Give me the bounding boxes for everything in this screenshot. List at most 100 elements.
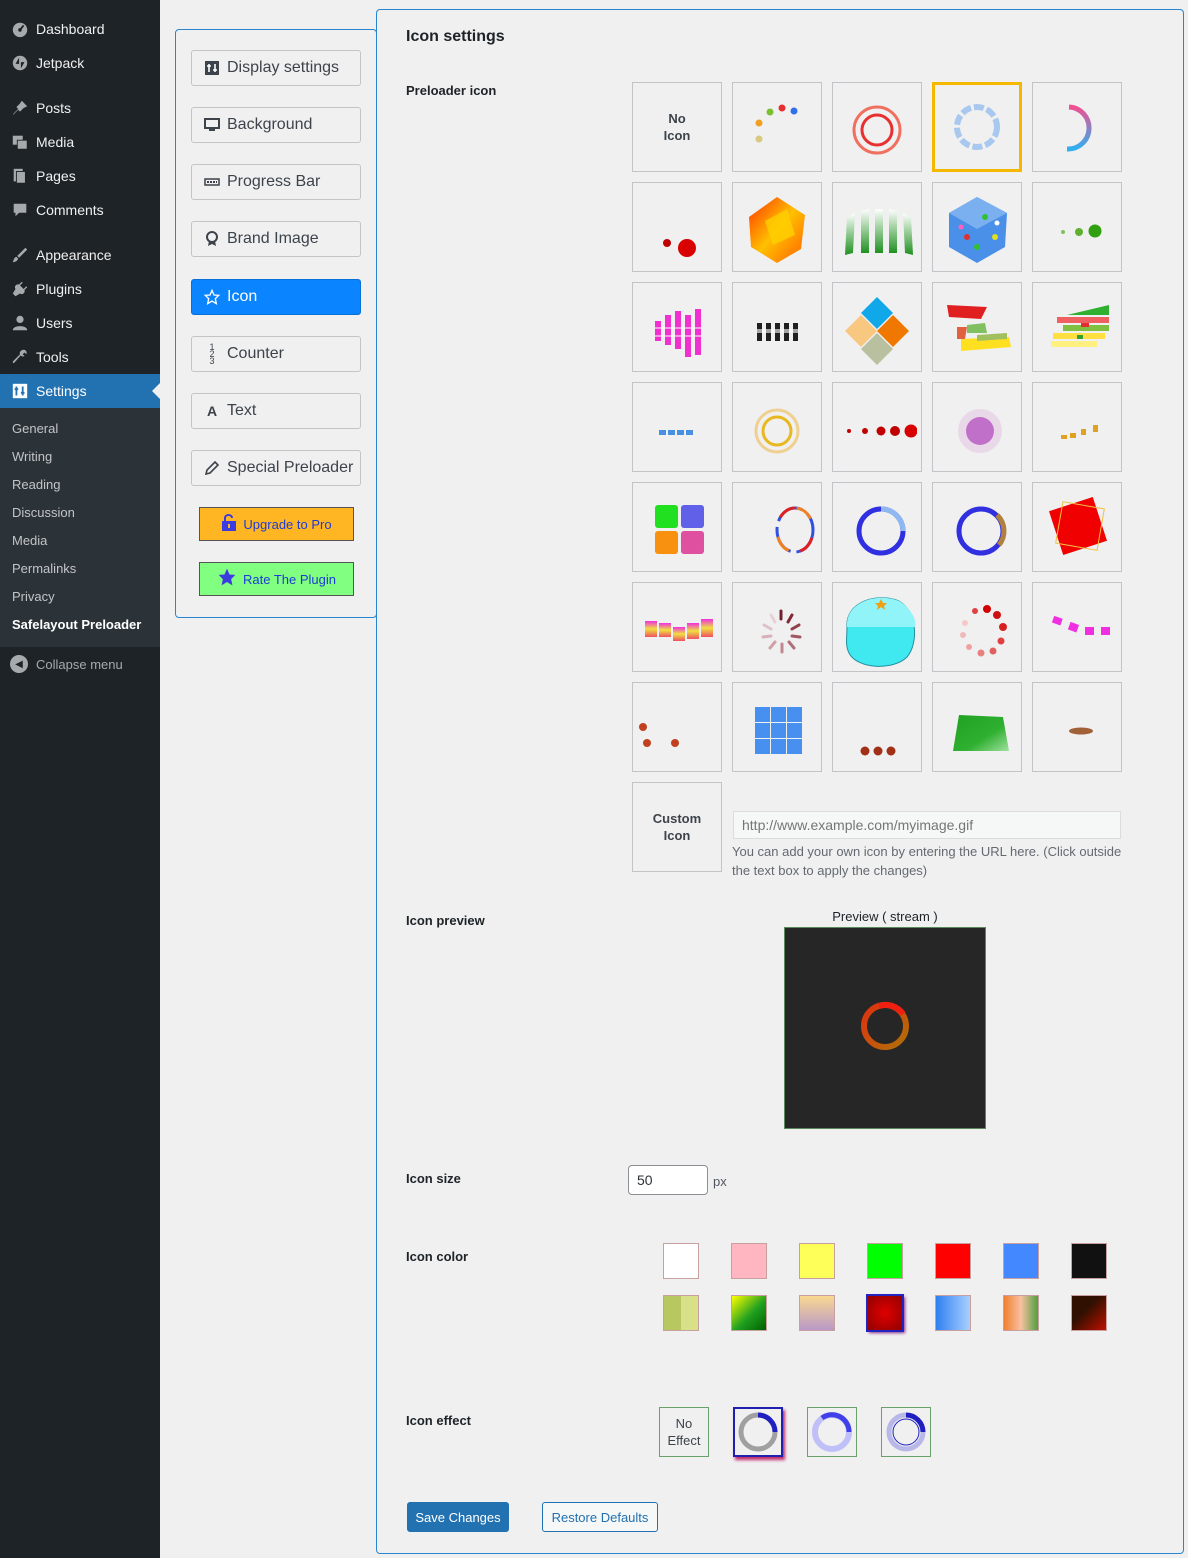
color-swatch-blue[interactable] bbox=[1003, 1243, 1039, 1279]
menu-label: Jetpack bbox=[36, 55, 85, 71]
color-swatch-gradient-peach-purple[interactable] bbox=[799, 1295, 835, 1331]
submenu-safelayout-preloader[interactable]: Safelayout Preloader bbox=[0, 611, 160, 639]
color-swatch-gradient-red-dark[interactable] bbox=[867, 1295, 903, 1331]
brown-dots-icon bbox=[860, 746, 896, 756]
icon-option-pink-bars[interactable] bbox=[632, 282, 722, 372]
icon-option-blue-brown-ring[interactable] bbox=[932, 482, 1022, 572]
icon-option-purple-orb[interactable] bbox=[932, 382, 1022, 472]
nav-brand-image[interactable]: Brand Image bbox=[191, 221, 361, 257]
icon-option-dot-circle[interactable] bbox=[932, 582, 1022, 672]
icon-option-gold-ring[interactable] bbox=[732, 382, 822, 472]
icon-option-brown-dots[interactable] bbox=[832, 682, 922, 772]
menu-pages[interactable]: Pages bbox=[0, 159, 160, 193]
menu-appearance[interactable]: Appearance bbox=[0, 238, 160, 272]
menu-jetpack[interactable]: Jetpack bbox=[0, 46, 160, 80]
icon-option-rainbow-ring[interactable] bbox=[732, 482, 822, 572]
color-swatch-black[interactable] bbox=[1071, 1243, 1107, 1279]
icon-option-blue-grid[interactable] bbox=[732, 682, 822, 772]
effect-option-shadow[interactable] bbox=[733, 1407, 783, 1457]
icon-option-dice[interactable] bbox=[932, 182, 1022, 272]
icon-option-no-icon[interactable]: No Icon bbox=[632, 82, 722, 172]
icon-option-brown-disc[interactable] bbox=[1032, 682, 1122, 772]
submenu-discussion[interactable]: Discussion bbox=[0, 499, 160, 527]
pencil-icon bbox=[204, 461, 220, 475]
icon-option-diamonds[interactable] bbox=[832, 282, 922, 372]
rate-plugin-button[interactable]: Rate The Plugin bbox=[199, 562, 354, 596]
icon-option-stream[interactable] bbox=[932, 82, 1022, 172]
nav-text[interactable]: A Text bbox=[191, 393, 361, 429]
icon-size-input[interactable] bbox=[628, 1165, 708, 1195]
menu-tools[interactable]: Tools bbox=[0, 340, 160, 374]
icon-option-blue-gradient-ring[interactable] bbox=[832, 482, 922, 572]
icon-option-red-dots[interactable] bbox=[632, 182, 722, 272]
nav-progress-bar[interactable]: Progress Bar bbox=[191, 164, 361, 200]
icon-option-custom-icon[interactable]: Custom Icon bbox=[632, 782, 722, 872]
custom-icon-url-input[interactable] bbox=[733, 811, 1121, 839]
no-icon-label: No Icon bbox=[663, 111, 691, 143]
submenu-media[interactable]: Media bbox=[0, 527, 160, 555]
menu-posts[interactable]: Posts bbox=[0, 91, 160, 125]
submenu-general[interactable]: General bbox=[0, 415, 160, 443]
comments-icon bbox=[10, 200, 30, 220]
color-swatch-pink[interactable] bbox=[731, 1243, 767, 1279]
icon-option-gold-steps[interactable] bbox=[1032, 382, 1122, 472]
icon-option-blue-squares[interactable] bbox=[632, 382, 722, 472]
striped-blocks-icon bbox=[1051, 305, 1109, 347]
menu-plugins[interactable]: Plugins bbox=[0, 272, 160, 306]
menu-label: Posts bbox=[36, 100, 72, 116]
icon-option-red-square[interactable] bbox=[1032, 482, 1122, 572]
color-swatch-green[interactable] bbox=[867, 1243, 903, 1279]
menu-dashboard[interactable]: Dashboard bbox=[0, 12, 160, 46]
effect-option-none[interactable]: No Effect bbox=[659, 1407, 709, 1457]
menu-settings[interactable]: Settings bbox=[0, 374, 160, 408]
submenu-privacy[interactable]: Privacy bbox=[0, 583, 160, 611]
menu-media[interactable]: Media bbox=[0, 125, 160, 159]
brush-icon bbox=[10, 245, 30, 265]
effect-option-glow[interactable] bbox=[807, 1407, 857, 1457]
menu-users[interactable]: Users bbox=[0, 306, 160, 340]
icon-option-red-dot-row[interactable] bbox=[832, 382, 922, 472]
icon-option-green-bars[interactable] bbox=[832, 182, 922, 272]
icon-option-fire-cube[interactable] bbox=[732, 182, 822, 272]
icon-option-striped-blocks[interactable] bbox=[1032, 282, 1122, 372]
monitor-icon bbox=[204, 118, 220, 132]
nav-special-preloader[interactable]: Special Preloader bbox=[191, 450, 361, 486]
submenu-writing[interactable]: Writing bbox=[0, 443, 160, 471]
color-swatch-gradient-blue[interactable] bbox=[935, 1295, 971, 1331]
color-swatch-red[interactable] bbox=[935, 1243, 971, 1279]
icon-option-color-tiles[interactable] bbox=[632, 482, 722, 572]
save-changes-button[interactable]: Save Changes bbox=[407, 1502, 509, 1532]
submenu-permalinks[interactable]: Permalinks bbox=[0, 555, 160, 583]
icon-option-black-bars[interactable] bbox=[732, 282, 822, 372]
icon-option-green-plane[interactable] bbox=[932, 682, 1022, 772]
menu-comments[interactable]: Comments bbox=[0, 193, 160, 227]
icon-option-green-dots[interactable] bbox=[1032, 182, 1122, 272]
color-swatch-white[interactable] bbox=[663, 1243, 699, 1279]
color-swatch-gradient-olive[interactable] bbox=[663, 1295, 699, 1331]
pink-squares-icon bbox=[1051, 615, 1110, 635]
icon-preview-box bbox=[784, 927, 986, 1129]
icon-option-arc-gradient[interactable] bbox=[1032, 82, 1122, 172]
icon-option-ring-red[interactable] bbox=[832, 82, 922, 172]
color-swatch-gradient-black-red[interactable] bbox=[1071, 1295, 1107, 1331]
icon-option-pink-squares[interactable] bbox=[1032, 582, 1122, 672]
icon-option-colored-blocks[interactable] bbox=[932, 282, 1022, 372]
effect-option-outline[interactable] bbox=[881, 1407, 931, 1457]
icon-option-dots[interactable] bbox=[732, 82, 822, 172]
collapse-menu-button[interactable]: ◀ Collapse menu bbox=[0, 647, 160, 681]
nav-counter[interactable]: 123 Counter bbox=[191, 336, 361, 372]
submenu-reading[interactable]: Reading bbox=[0, 471, 160, 499]
color-swatch-yellow[interactable] bbox=[799, 1243, 835, 1279]
color-swatch-gradient-orange-green[interactable] bbox=[1003, 1295, 1039, 1331]
nav-icon[interactable]: Icon bbox=[191, 279, 361, 315]
icon-option-cyan-blob[interactable] bbox=[832, 582, 922, 672]
restore-defaults-button[interactable]: Restore Defaults bbox=[542, 1502, 658, 1532]
icon-option-bouncing-balls[interactable] bbox=[632, 682, 722, 772]
icon-option-equalizer[interactable] bbox=[632, 582, 722, 672]
upgrade-to-pro-button[interactable]: Upgrade to Pro bbox=[199, 507, 354, 541]
nav-background[interactable]: Background bbox=[191, 107, 361, 143]
nav-display-settings[interactable]: Display settings bbox=[191, 50, 361, 86]
nav-label: Counter bbox=[227, 345, 284, 362]
color-swatch-gradient-green-yellow[interactable] bbox=[731, 1295, 767, 1331]
icon-option-spinner-lines[interactable] bbox=[732, 582, 822, 672]
